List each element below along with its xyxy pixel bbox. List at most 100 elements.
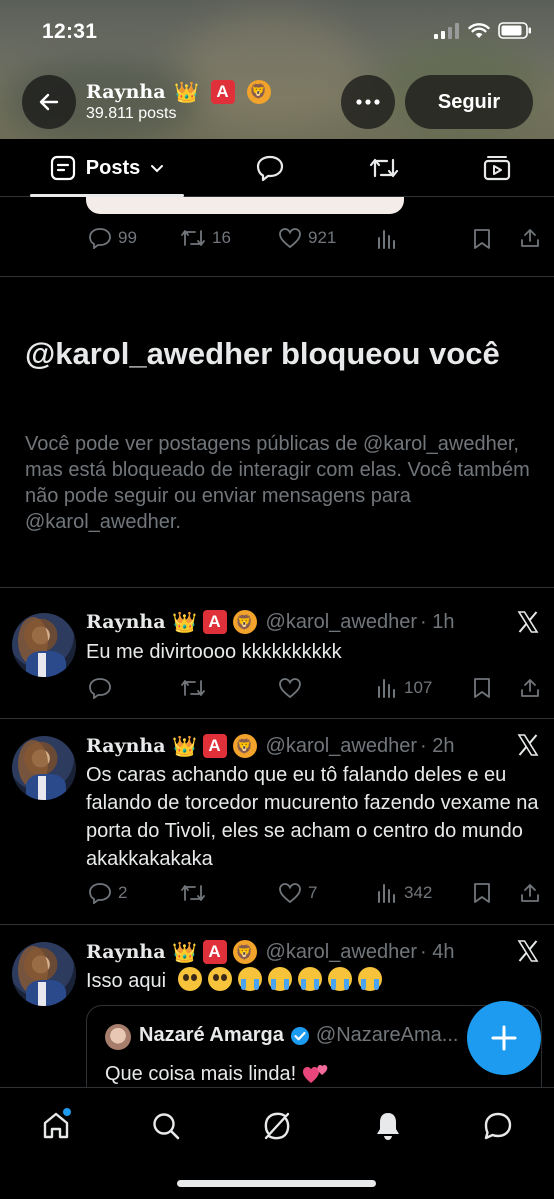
repost-action[interactable] xyxy=(180,882,206,904)
retweet-icon xyxy=(181,885,205,901)
messages-icon xyxy=(484,1112,512,1140)
tab-reposts[interactable] xyxy=(366,139,402,197)
previous-post-media[interactable] xyxy=(86,197,404,214)
views-action[interactable] xyxy=(376,228,398,250)
views-count: 107 xyxy=(404,678,433,697)
repost-action[interactable] xyxy=(180,677,206,699)
two-hearts-icon xyxy=(303,1065,328,1083)
signal-icon xyxy=(434,22,459,39)
repost-action[interactable]: 16 xyxy=(180,227,231,249)
tweet-header: Raynha 👑 A 🦁 @karol_awedher · 1h xyxy=(86,610,455,634)
lion-icon: 🦁 xyxy=(232,610,257,634)
tweet-author-name[interactable]: Raynha xyxy=(86,611,166,633)
avatar[interactable] xyxy=(12,736,76,800)
share-icon xyxy=(521,229,539,247)
tweet[interactable]: Raynha 👑 A 🦁 @karol_awedher · 1h Eu me d… xyxy=(0,588,554,718)
tweet-time: · 2h xyxy=(420,734,455,757)
back-button[interactable] xyxy=(22,75,76,129)
bookmark-action[interactable] xyxy=(472,228,492,250)
plus-icon xyxy=(491,1025,517,1051)
like-count: 7 xyxy=(308,883,318,902)
share-icon xyxy=(521,884,539,902)
x-logo-icon[interactable] xyxy=(516,939,540,963)
x-logo-icon[interactable] xyxy=(516,610,540,634)
heart-icon xyxy=(279,678,301,699)
crying-face-icon xyxy=(357,967,382,991)
retweet-icon xyxy=(181,680,205,696)
tweet-handle: @karol_awedher xyxy=(265,734,418,757)
quoted-header: Nazaré Amarga @NazareAma... xyxy=(139,1024,458,1047)
search-icon xyxy=(153,1113,180,1140)
pleading-face-icon xyxy=(207,967,232,991)
nav-grok[interactable] xyxy=(257,1106,297,1146)
avatar[interactable] xyxy=(12,942,76,1006)
bookmark-icon xyxy=(474,229,490,249)
arrow-left-icon xyxy=(39,93,59,111)
quoted-text: Que coisa mais linda! xyxy=(105,1062,297,1085)
a-button-icon: A xyxy=(202,940,227,964)
views-action[interactable]: 107 xyxy=(376,677,432,699)
tab-posts[interactable]: Posts xyxy=(30,139,184,197)
more-options-button[interactable] xyxy=(341,75,395,129)
bookmark-icon xyxy=(474,678,490,698)
status-bar-icons xyxy=(434,22,532,39)
a-button-icon: A xyxy=(210,80,235,104)
tweet-header: Raynha 👑 A 🦁 @karol_awedher · 4h xyxy=(86,940,455,964)
retweet-icon xyxy=(369,158,399,178)
more-dots-icon xyxy=(356,99,380,105)
tab-posts-label: Posts xyxy=(85,156,141,179)
nav-notifications[interactable] xyxy=(368,1106,408,1146)
nav-search[interactable] xyxy=(146,1106,186,1146)
media-icon xyxy=(483,156,511,181)
tweet-time: · 4h xyxy=(420,940,455,963)
reply-bubble-icon xyxy=(256,155,284,182)
quoted-handle: @NazareAma... xyxy=(315,1024,459,1046)
bookmark-icon xyxy=(474,883,490,903)
views-count: 342 xyxy=(404,883,433,902)
tab-replies[interactable] xyxy=(252,139,288,197)
tweet-author-name[interactable]: Raynha xyxy=(86,941,166,963)
lion-icon: 🦁 xyxy=(232,940,257,964)
tweet-text: Eu me divirtoooo kkkkkkkkkk xyxy=(86,641,342,663)
battery-icon xyxy=(498,22,531,39)
emoji-row xyxy=(177,967,388,992)
share-action[interactable] xyxy=(519,677,541,699)
crown-icon: 👑 xyxy=(172,941,197,964)
grok-icon xyxy=(264,1112,290,1140)
crying-face-icon xyxy=(237,967,262,991)
bookmark-action[interactable] xyxy=(472,677,492,699)
nav-messages[interactable] xyxy=(478,1106,518,1146)
blocked-description: Você pode ver postagens públicas de @kar… xyxy=(25,433,530,533)
follow-button[interactable]: Seguir xyxy=(405,75,533,129)
bookmark-action[interactable] xyxy=(472,882,492,904)
views-icon xyxy=(378,679,395,698)
like-action[interactable]: 7 xyxy=(278,882,317,904)
x-logo-icon[interactable] xyxy=(516,733,540,757)
tweet[interactable]: Raynha 👑 A 🦁 @karol_awedher · 2h Os cara… xyxy=(0,719,554,924)
avatar[interactable] xyxy=(12,613,76,677)
compose-button[interactable] xyxy=(467,1001,541,1075)
quoted-text-row: Que coisa mais linda! xyxy=(105,1062,330,1086)
crying-face-icon xyxy=(297,967,322,991)
tab-media[interactable] xyxy=(479,139,515,197)
share-action[interactable] xyxy=(519,227,541,249)
like-action[interactable] xyxy=(278,677,302,699)
nav-home[interactable] xyxy=(36,1106,76,1146)
share-action[interactable] xyxy=(519,882,541,904)
like-action[interactable]: 921 xyxy=(278,227,336,249)
views-action[interactable]: 342 xyxy=(376,882,432,904)
tweet-author-name[interactable]: Raynha xyxy=(86,735,166,757)
reply-count: 99 xyxy=(118,228,137,247)
reply-icon xyxy=(89,883,111,904)
bell-icon xyxy=(377,1113,399,1140)
reply-icon xyxy=(89,678,111,699)
reply-action[interactable]: 2 xyxy=(88,882,127,904)
tweet-handle: @karol_awedher xyxy=(265,610,418,633)
crown-icon: 👑 xyxy=(172,735,197,758)
quoted-author-name: Nazaré Amarga xyxy=(139,1024,284,1046)
crying-face-icon xyxy=(267,967,292,991)
reply-action[interactable] xyxy=(88,677,112,699)
notification-dot xyxy=(63,1108,71,1116)
reply-action[interactable]: 99 xyxy=(88,227,137,249)
tweet-header: Raynha 👑 A 🦁 @karol_awedher · 2h xyxy=(86,734,455,758)
